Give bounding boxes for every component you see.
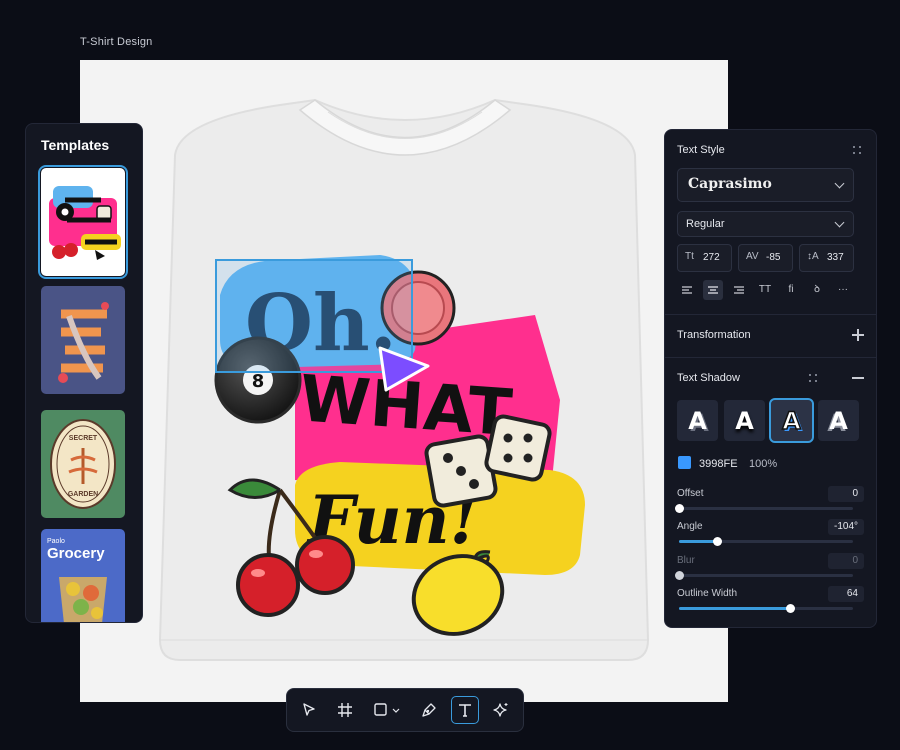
offset-label: Offset <box>677 488 704 499</box>
tshirt-mockup: Oh. WHAT, Fun! 8 <box>158 98 650 661</box>
letter-spacing-icon: AV <box>746 251 759 262</box>
divider <box>665 314 876 315</box>
svg-text:Grocery: Grocery <box>47 545 105 562</box>
line-height-value: 337 <box>827 252 844 263</box>
align-left-icon[interactable] <box>677 280 697 300</box>
offset-value[interactable]: 0 <box>828 486 864 502</box>
font-features-icon[interactable]: ꝺ <box>807 280 827 300</box>
shadow-preset-3[interactable]: A <box>769 398 814 443</box>
drag-handle-icon[interactable] <box>809 374 818 383</box>
shadow-preset-4[interactable]: A <box>818 400 859 441</box>
template-preview-oh-what-fun <box>49 186 121 260</box>
drag-handle-icon[interactable] <box>853 146 862 155</box>
font-size-icon: Tt <box>685 251 694 262</box>
divider <box>665 357 876 358</box>
angle-slider[interactable] <box>679 537 853 546</box>
more-options-icon[interactable]: ··· <box>833 280 853 300</box>
font-size-value: 272 <box>703 252 720 263</box>
template-preview-paolo-grocery: Paolo Grocery <box>47 538 107 622</box>
tools-toolbar <box>286 688 524 732</box>
chevron-down-icon <box>834 217 845 228</box>
design-canvas[interactable]: Oh. WHAT, Fun! 8 <box>80 60 728 702</box>
svg-text:GARDEN: GARDEN <box>68 491 98 498</box>
text-tool-icon[interactable] <box>451 696 479 724</box>
templates-panel: Templates SECRET GARDEN Paolo Grocery <box>25 123 143 623</box>
remove-shadow-icon[interactable] <box>852 372 864 384</box>
blur-slider[interactable] <box>675 571 853 580</box>
text-style-title: Text Style <box>677 144 725 156</box>
shape-tool-icon[interactable] <box>367 696 407 724</box>
pen-tool-icon[interactable] <box>415 696 443 724</box>
text-shadow-title: Text Shadow <box>677 372 740 384</box>
font-family-dropdown[interactable]: Caprasimo <box>677 168 854 202</box>
outline-width-value[interactable]: 64 <box>828 586 864 602</box>
svg-text:8: 8 <box>252 371 265 392</box>
add-transformation-icon[interactable] <box>852 329 864 341</box>
chevron-down-icon <box>834 178 845 189</box>
angle-label: Angle <box>677 521 703 532</box>
shadow-color-opacity[interactable]: 100% <box>749 458 777 470</box>
ai-sparkle-icon[interactable] <box>487 696 515 724</box>
letter-spacing-field[interactable]: AV -85 <box>738 244 793 272</box>
font-size-field[interactable]: Tt 272 <box>677 244 732 272</box>
templates-title: Templates <box>41 137 110 153</box>
line-height-field[interactable]: ↕A 337 <box>799 244 854 272</box>
font-family-value: Caprasimo <box>688 176 772 192</box>
template-thumb-secret-garden[interactable]: SECRET GARDEN <box>41 410 125 518</box>
shadow-color-hex[interactable]: 3998FE <box>699 458 738 470</box>
template-thumb-paolo-grocery[interactable]: Paolo Grocery <box>41 529 125 622</box>
letter-spacing-value: -85 <box>766 252 781 263</box>
align-right-icon[interactable] <box>729 280 749 300</box>
template-thumb-oh-what-fun[interactable] <box>38 165 128 279</box>
align-center-icon[interactable] <box>703 280 723 300</box>
shadow-preset-1[interactable]: A <box>677 400 718 441</box>
blur-value[interactable]: 0 <box>828 553 864 569</box>
line-height-icon: ↕A <box>807 251 819 262</box>
template-preview-strawberry <box>58 302 109 383</box>
text-align-row: TT ﬁ ꝺ ··· <box>675 280 855 300</box>
transformation-title: Transformation <box>677 329 751 341</box>
offset-slider[interactable] <box>675 504 853 513</box>
uppercase-toggle[interactable]: TT <box>755 280 775 300</box>
angle-value[interactable]: -104° <box>828 519 864 535</box>
font-weight-value: Regular <box>686 218 725 230</box>
svg-text:SECRET: SECRET <box>69 435 98 442</box>
shadow-color-swatch[interactable] <box>678 456 691 469</box>
template-preview-secret-garden: SECRET GARDEN <box>50 419 116 509</box>
svg-text:Paolo: Paolo <box>47 538 65 545</box>
outline-width-label: Outline Width <box>677 588 738 599</box>
font-weight-dropdown[interactable]: Regular <box>677 211 854 237</box>
template-thumb-strawberry[interactable] <box>41 286 125 394</box>
ligature-icon[interactable]: ﬁ <box>781 280 801 300</box>
shadow-preset-2[interactable]: A <box>724 400 765 441</box>
frame-tool-icon[interactable] <box>331 696 359 724</box>
select-tool-icon[interactable] <box>295 696 323 724</box>
outline-width-slider[interactable] <box>679 604 853 613</box>
document-title: T-Shirt Design <box>80 36 153 48</box>
text-style-panel: Text Style Caprasimo Regular Tt 272 AV -… <box>664 129 877 628</box>
blur-label: Blur <box>677 555 695 566</box>
